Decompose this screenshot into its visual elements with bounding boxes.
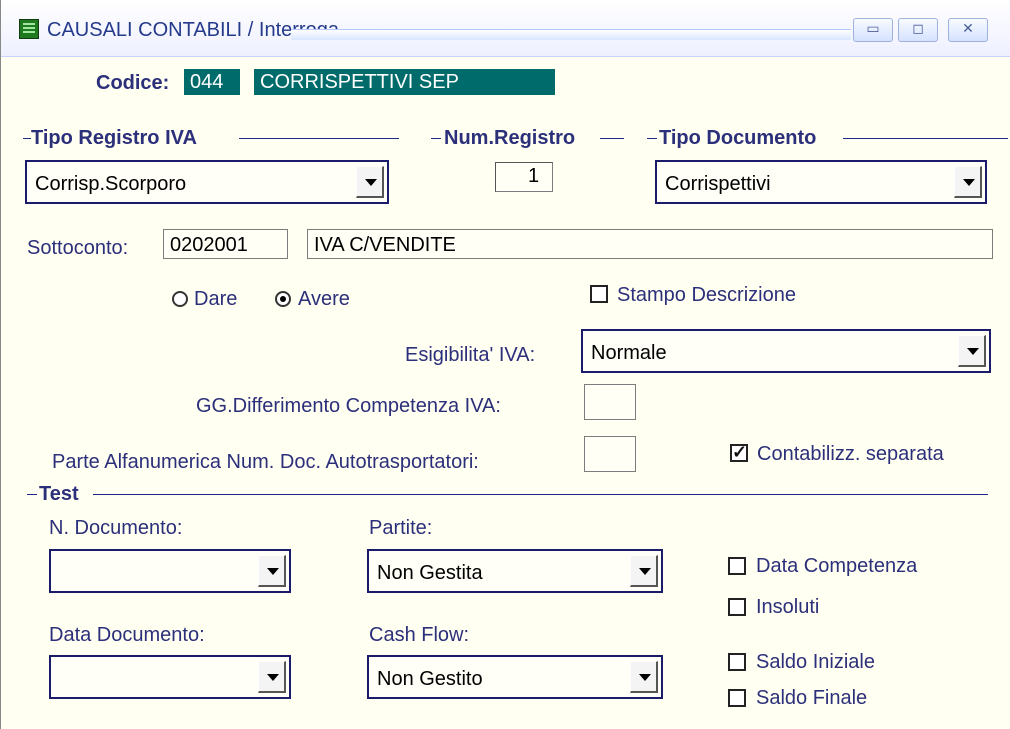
parte-alfanumerica-label: Parte Alfanumerica Num. Doc. Autotraspor…	[52, 451, 479, 473]
title-bar-decoration	[291, 29, 851, 40]
num-registro-title: Num.Registro	[444, 127, 576, 149]
chevron-down-icon[interactable]	[954, 166, 982, 198]
esigibilita-label: Esigibilita' IVA:	[405, 344, 536, 366]
saldo-iniziale-label: Saldo Iniziale	[756, 651, 875, 673]
stampo-descrizione-checkbox[interactable]	[590, 285, 608, 303]
close-button[interactable]: ✕	[948, 18, 988, 42]
restore-button[interactable]: ◻	[898, 18, 938, 42]
tipo-registro-value: Corrisp.Scorporo	[35, 173, 187, 195]
saldo-iniziale-checkbox[interactable]	[728, 653, 746, 671]
cash-flow-value: Non Gestito	[377, 668, 483, 690]
stampo-descrizione-label: Stampo Descrizione	[617, 284, 796, 306]
partite-label: Partite:	[369, 517, 433, 539]
insoluti-label: Insoluti	[756, 596, 820, 618]
test-title: Test	[39, 483, 79, 505]
descrizione-value: CORRISPETTIVI SEP	[260, 71, 459, 93]
descrizione-field[interactable]: CORRISPETTIVI SEP	[254, 69, 555, 95]
gg-differimento-field[interactable]	[584, 384, 636, 420]
data-competenza-checkbox[interactable]	[728, 557, 746, 575]
app-window: CAUSALI CONTABILI / Interroga ▭ ◻ ✕ Codi…	[0, 0, 1010, 729]
separator	[431, 138, 441, 139]
data-documento-label: Data Documento:	[49, 624, 205, 646]
saldo-finale-checkbox[interactable]	[728, 689, 746, 707]
esigibilita-select[interactable]: Normale	[581, 329, 991, 373]
separator	[93, 494, 988, 495]
chevron-down-icon[interactable]	[958, 335, 986, 367]
sottoconto-desc-field[interactable]: IVA C/VENDITE	[307, 229, 993, 259]
insoluti-checkbox[interactable]	[728, 598, 746, 616]
separator	[600, 138, 624, 139]
sottoconto-code-field[interactable]: 0202001	[163, 229, 288, 259]
tipo-documento-select[interactable]: Corrispettivi	[655, 160, 987, 204]
sottoconto-desc: IVA C/VENDITE	[314, 234, 456, 256]
n-documento-select[interactable]	[49, 549, 291, 593]
avere-radio[interactable]	[275, 291, 291, 307]
contabilizz-separata-checkbox[interactable]	[730, 442, 748, 463]
avere-label: Avere	[298, 288, 350, 310]
codice-label: Codice:	[96, 72, 170, 94]
tipo-registro-title: Tipo Registro IVA	[31, 127, 197, 149]
chevron-down-icon[interactable]	[258, 661, 286, 693]
num-registro-value: 1	[528, 165, 540, 187]
partite-value: Non Gestita	[377, 562, 483, 584]
contabilizz-separata-label: Contabilizz. separata	[757, 443, 944, 465]
separator	[843, 138, 1008, 139]
tipo-documento-title: Tipo Documento	[659, 127, 817, 149]
cash-flow-label: Cash Flow:	[369, 624, 470, 646]
dare-label: Dare	[194, 288, 238, 310]
chevron-down-icon[interactable]	[258, 555, 286, 587]
separator	[23, 138, 31, 139]
app-icon	[19, 19, 39, 39]
separator	[27, 494, 37, 495]
parte-alfanumerica-field[interactable]	[584, 436, 636, 472]
data-documento-select[interactable]	[49, 655, 291, 699]
chevron-down-icon[interactable]	[630, 555, 658, 587]
partite-select[interactable]: Non Gestita	[367, 549, 663, 593]
sottoconto-label: Sottoconto:	[27, 237, 129, 259]
cash-flow-select[interactable]: Non Gestito	[367, 655, 663, 699]
n-documento-label: N. Documento:	[49, 517, 183, 539]
restore-icon: ◻	[912, 20, 924, 36]
chevron-down-icon[interactable]	[630, 661, 658, 693]
chevron-down-icon[interactable]	[356, 166, 384, 198]
title-bar: CAUSALI CONTABILI / Interroga ▭ ◻ ✕	[1, 0, 1010, 57]
esigibilita-value: Normale	[591, 342, 667, 364]
num-registro-field[interactable]: 1	[495, 162, 553, 192]
dare-radio[interactable]	[172, 291, 188, 307]
saldo-finale-label: Saldo Finale	[756, 687, 868, 709]
sottoconto-code: 0202001	[170, 234, 248, 256]
codice-field[interactable]: 044	[184, 69, 240, 95]
codice-value: 044	[190, 71, 224, 93]
gg-differimento-label: GG.Differimento Competenza IVA:	[196, 395, 501, 417]
minimize-icon: ▭	[866, 20, 880, 36]
separator	[647, 138, 657, 139]
tipo-registro-select[interactable]: Corrisp.Scorporo	[25, 160, 389, 204]
tipo-documento-value: Corrispettivi	[665, 173, 771, 195]
close-icon: ✕	[962, 20, 974, 36]
data-competenza-label: Data Competenza	[756, 555, 918, 577]
separator	[239, 138, 399, 139]
minimize-button[interactable]: ▭	[853, 18, 893, 42]
